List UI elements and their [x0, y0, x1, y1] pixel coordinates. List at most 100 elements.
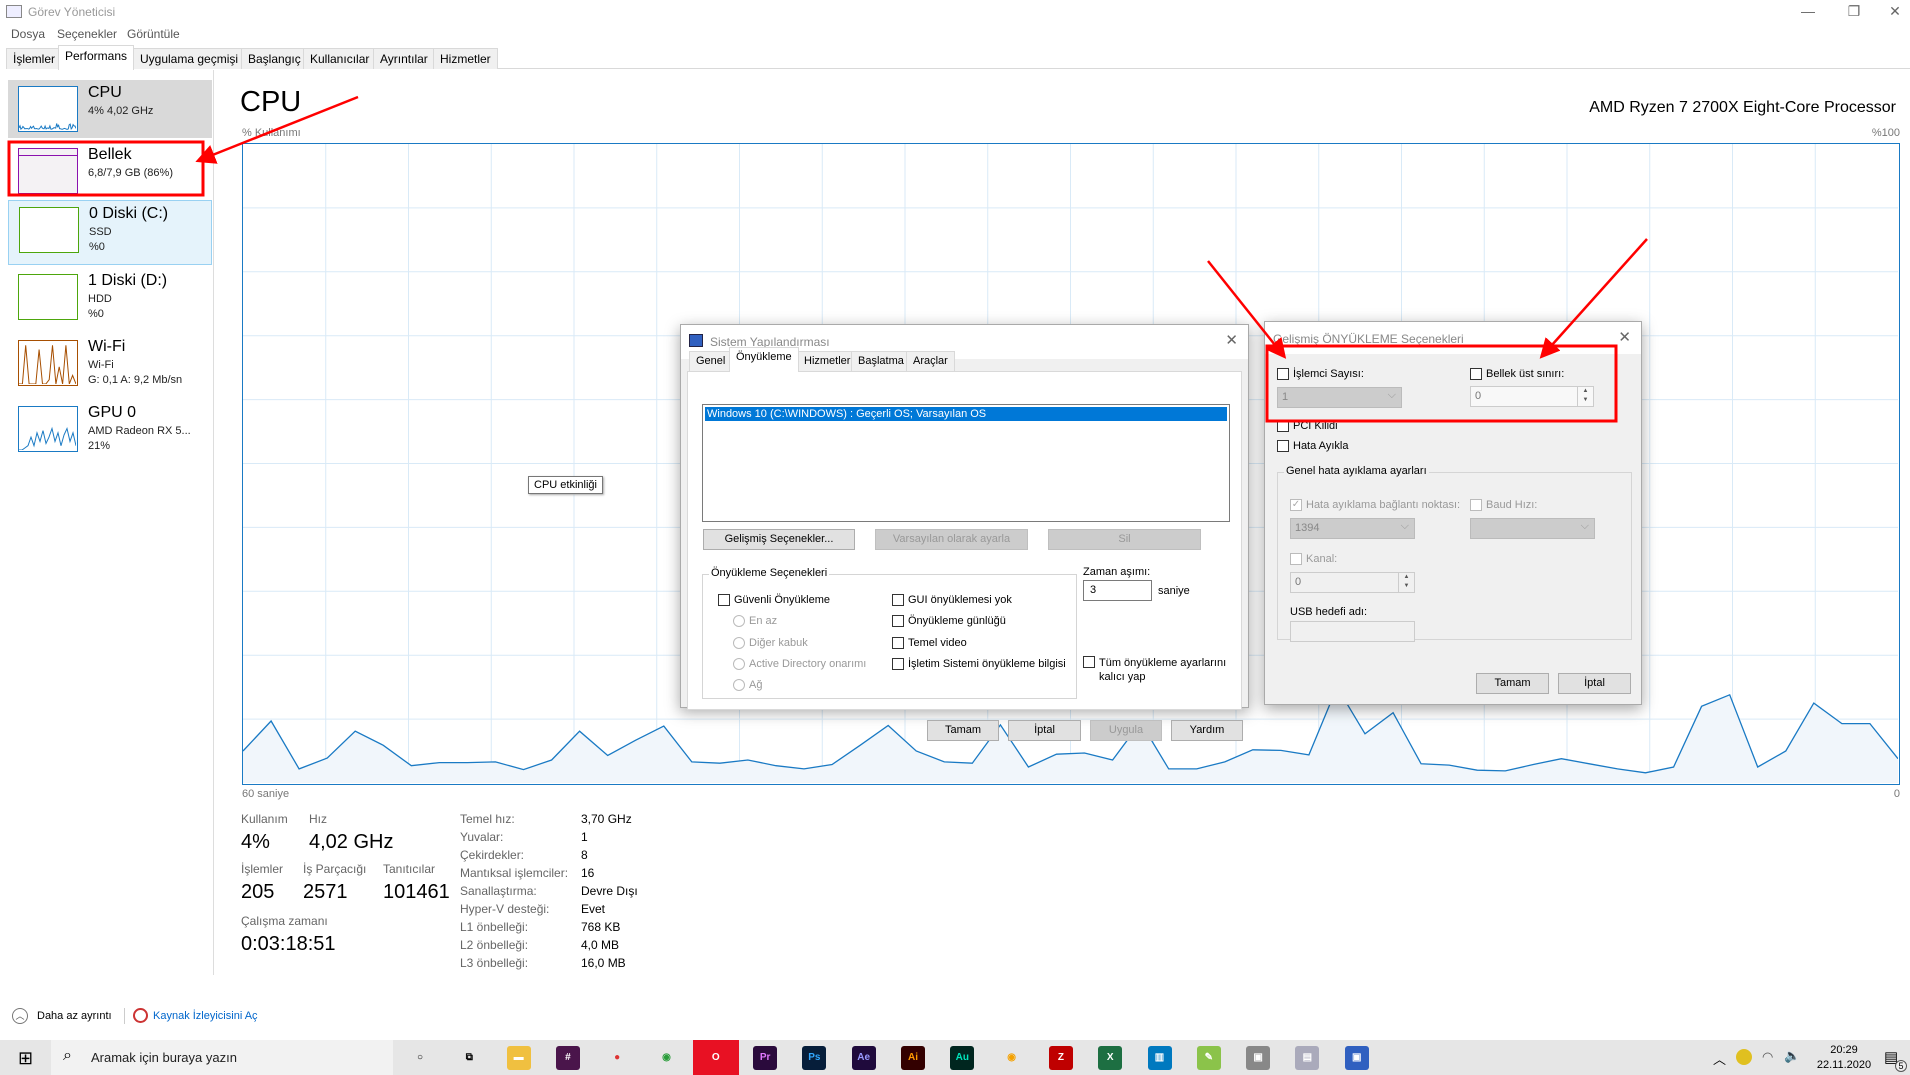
dialog-close-button[interactable]: ✕: [1618, 328, 1631, 346]
ad-repair-radio[interactable]: [733, 658, 745, 670]
illustrator-icon[interactable]: Ai: [901, 1046, 925, 1070]
chrome-canary-icon[interactable]: ◉: [1000, 1046, 1024, 1070]
make-permanent-checkbox[interactable]: [1083, 656, 1095, 668]
cpu-activity-tooltip: CPU etkinliği: [528, 476, 603, 494]
volume-icon[interactable]: 🔈: [1784, 1048, 1800, 1064]
no-gui-boot-checkbox[interactable]: [892, 594, 904, 606]
sidebar-item-memory[interactable]: Bellek 6,8/7,9 GB (86%): [8, 142, 212, 200]
tab-tools[interactable]: Araçlar: [906, 351, 955, 371]
channel-spinner[interactable]: 0 ▲ ▼: [1290, 572, 1415, 593]
safe-boot-checkbox[interactable]: [718, 594, 730, 606]
cancel-button[interactable]: İptal: [1008, 720, 1081, 741]
sidebar-item-usage: 21%: [88, 440, 111, 452]
os-boot-info-checkbox[interactable]: [892, 658, 904, 670]
cortana-icon[interactable]: ○: [408, 1046, 432, 1070]
delete-button[interactable]: Sil: [1048, 529, 1201, 550]
excel-icon[interactable]: X: [1098, 1046, 1123, 1070]
premiere-icon[interactable]: Pr: [753, 1046, 778, 1070]
sidebar-item-disk-c[interactable]: 0 Diski (C:) SSD %0: [8, 200, 212, 265]
cancel-button[interactable]: İptal: [1558, 673, 1631, 694]
tab-app-history[interactable]: Uygulama geçmişi: [133, 48, 246, 69]
tab-services[interactable]: Hizmetler: [433, 48, 498, 69]
trello-icon[interactable]: ▥: [1147, 1046, 1172, 1070]
baud-rate-select[interactable]: ⌵: [1470, 518, 1595, 539]
timeout-input[interactable]: 3: [1083, 580, 1152, 601]
channel-checkbox[interactable]: [1290, 553, 1302, 565]
network-radio[interactable]: [733, 679, 745, 691]
slack-icon[interactable]: #: [555, 1046, 580, 1070]
windows-start-icon[interactable]: ⊞: [18, 1048, 33, 1069]
debug-checkbox[interactable]: [1277, 440, 1289, 452]
msconfig-icon[interactable]: ▣: [1344, 1046, 1369, 1070]
tab-startup[interactable]: Başlatma: [851, 351, 911, 371]
filezilla-icon[interactable]: Z: [1048, 1046, 1073, 1070]
menu-options[interactable]: Seçenekler: [57, 27, 117, 41]
ok-button[interactable]: Tamam: [927, 720, 999, 741]
tab-boot[interactable]: Önyükleme: [729, 347, 799, 372]
close-button[interactable]: ✕: [1872, 0, 1910, 24]
debug-port-select[interactable]: 1394 ⌵: [1290, 518, 1415, 539]
advanced-options-button[interactable]: Gelişmiş Seçenekler...: [703, 529, 855, 550]
detail-value: 3,70 GHz: [581, 812, 632, 826]
help-button[interactable]: Yardım: [1171, 720, 1243, 741]
menu-view[interactable]: Görüntüle: [127, 27, 180, 41]
resource-sidebar: CPU 4% 4,02 GHz Bellek 6,8/7,9 GB (86%) …: [0, 70, 214, 975]
tab-startup[interactable]: Başlangıç: [241, 48, 308, 69]
debug-port-checkbox[interactable]: ✓: [1290, 499, 1302, 511]
show-hidden-icons[interactable]: ︿: [1713, 1049, 1726, 1068]
chevron-up-icon[interactable]: ︿: [12, 1008, 28, 1024]
sidebar-item-name: 1 Diski (D:): [88, 272, 168, 289]
wifi-icon[interactable]: ◠: [1762, 1049, 1773, 1065]
audition-icon[interactable]: Au: [950, 1046, 975, 1070]
photoshop-icon[interactable]: Ps: [802, 1046, 827, 1070]
tab-details[interactable]: Ayrıntılar: [373, 48, 435, 69]
tray-app-icon[interactable]: [1736, 1049, 1752, 1065]
usb-target-input[interactable]: [1290, 621, 1415, 642]
tab-processes[interactable]: İşlemler: [6, 48, 63, 69]
apply-button[interactable]: Uygula: [1090, 720, 1162, 741]
device-icon[interactable]: ▣: [1246, 1046, 1271, 1070]
max-memory-checkbox[interactable]: [1470, 368, 1482, 380]
pci-lock-checkbox[interactable]: [1277, 420, 1289, 432]
max-memory-spinner[interactable]: 0 ▲ ▼: [1470, 386, 1594, 407]
task-view-icon[interactable]: ⧉: [457, 1046, 481, 1070]
os-list-item[interactable]: Windows 10 (C:\WINDOWS) : Geçerli OS; Va…: [705, 407, 1227, 421]
alternate-shell-radio[interactable]: [733, 637, 745, 649]
set-default-button[interactable]: Varsayılan olarak ayarla: [875, 529, 1028, 550]
fewer-details-link[interactable]: Daha az ayrıntı: [37, 1010, 112, 1022]
tab-services[interactable]: Hizmetler: [797, 351, 858, 371]
advanced-boot-options-dialog: Gelişmiş ÖNYÜKLEME Seçenekleri ✕ İşlemci…: [1264, 321, 1642, 705]
dialog-close-button[interactable]: ✕: [1225, 331, 1238, 349]
app-red-icon[interactable]: ●: [605, 1046, 629, 1070]
app-gray-icon[interactable]: ▤: [1295, 1046, 1320, 1070]
after-effects-icon[interactable]: Ae: [851, 1046, 876, 1070]
spinner-arrows-icon[interactable]: ▲ ▼: [1398, 573, 1414, 592]
chrome-icon[interactable]: ◉: [655, 1046, 679, 1070]
sidebar-item-cpu[interactable]: CPU 4% 4,02 GHz: [8, 80, 212, 138]
clock-time[interactable]: 20:29: [1814, 1044, 1874, 1056]
boot-log-checkbox[interactable]: [892, 615, 904, 627]
spinner-arrows-icon[interactable]: ▲ ▼: [1577, 387, 1593, 406]
notepad-icon[interactable]: ✎: [1196, 1046, 1221, 1070]
minimize-button[interactable]: —: [1785, 0, 1831, 24]
processor-count-select[interactable]: 1 ⌵: [1277, 387, 1402, 408]
search-box[interactable]: ⌕ Aramak için buraya yazın: [51, 1040, 393, 1075]
sidebar-item-wifi[interactable]: Wi-Fi Wi-Fi G: 0,1 A: 9,2 Mb/sn: [8, 334, 212, 396]
ok-button[interactable]: Tamam: [1476, 673, 1549, 694]
tab-users[interactable]: Kullanıcılar: [303, 48, 377, 69]
tab-general[interactable]: Genel: [689, 351, 733, 371]
minimal-radio[interactable]: [733, 615, 745, 627]
tab-performance[interactable]: Performans: [58, 45, 135, 70]
baud-rate-checkbox[interactable]: [1470, 499, 1482, 511]
opera-icon[interactable]: O: [692, 1040, 739, 1075]
sidebar-item-gpu[interactable]: GPU 0 AMD Radeon RX 5... 21%: [8, 400, 212, 462]
open-resource-monitor-link[interactable]: Kaynak İzleyicisini Aç: [153, 1010, 258, 1022]
boot-log-label: Önyükleme günlüğü: [908, 615, 1006, 627]
base-video-checkbox[interactable]: [892, 637, 904, 649]
file-explorer-icon[interactable]: ▬: [506, 1046, 531, 1070]
menu-file[interactable]: Dosya: [11, 27, 45, 41]
sidebar-item-disk-d[interactable]: 1 Diski (D:) HDD %0: [8, 268, 212, 330]
restore-button[interactable]: ❐: [1831, 0, 1877, 24]
clock-date[interactable]: 22.11.2020: [1814, 1059, 1874, 1071]
processor-count-checkbox[interactable]: [1277, 368, 1289, 380]
